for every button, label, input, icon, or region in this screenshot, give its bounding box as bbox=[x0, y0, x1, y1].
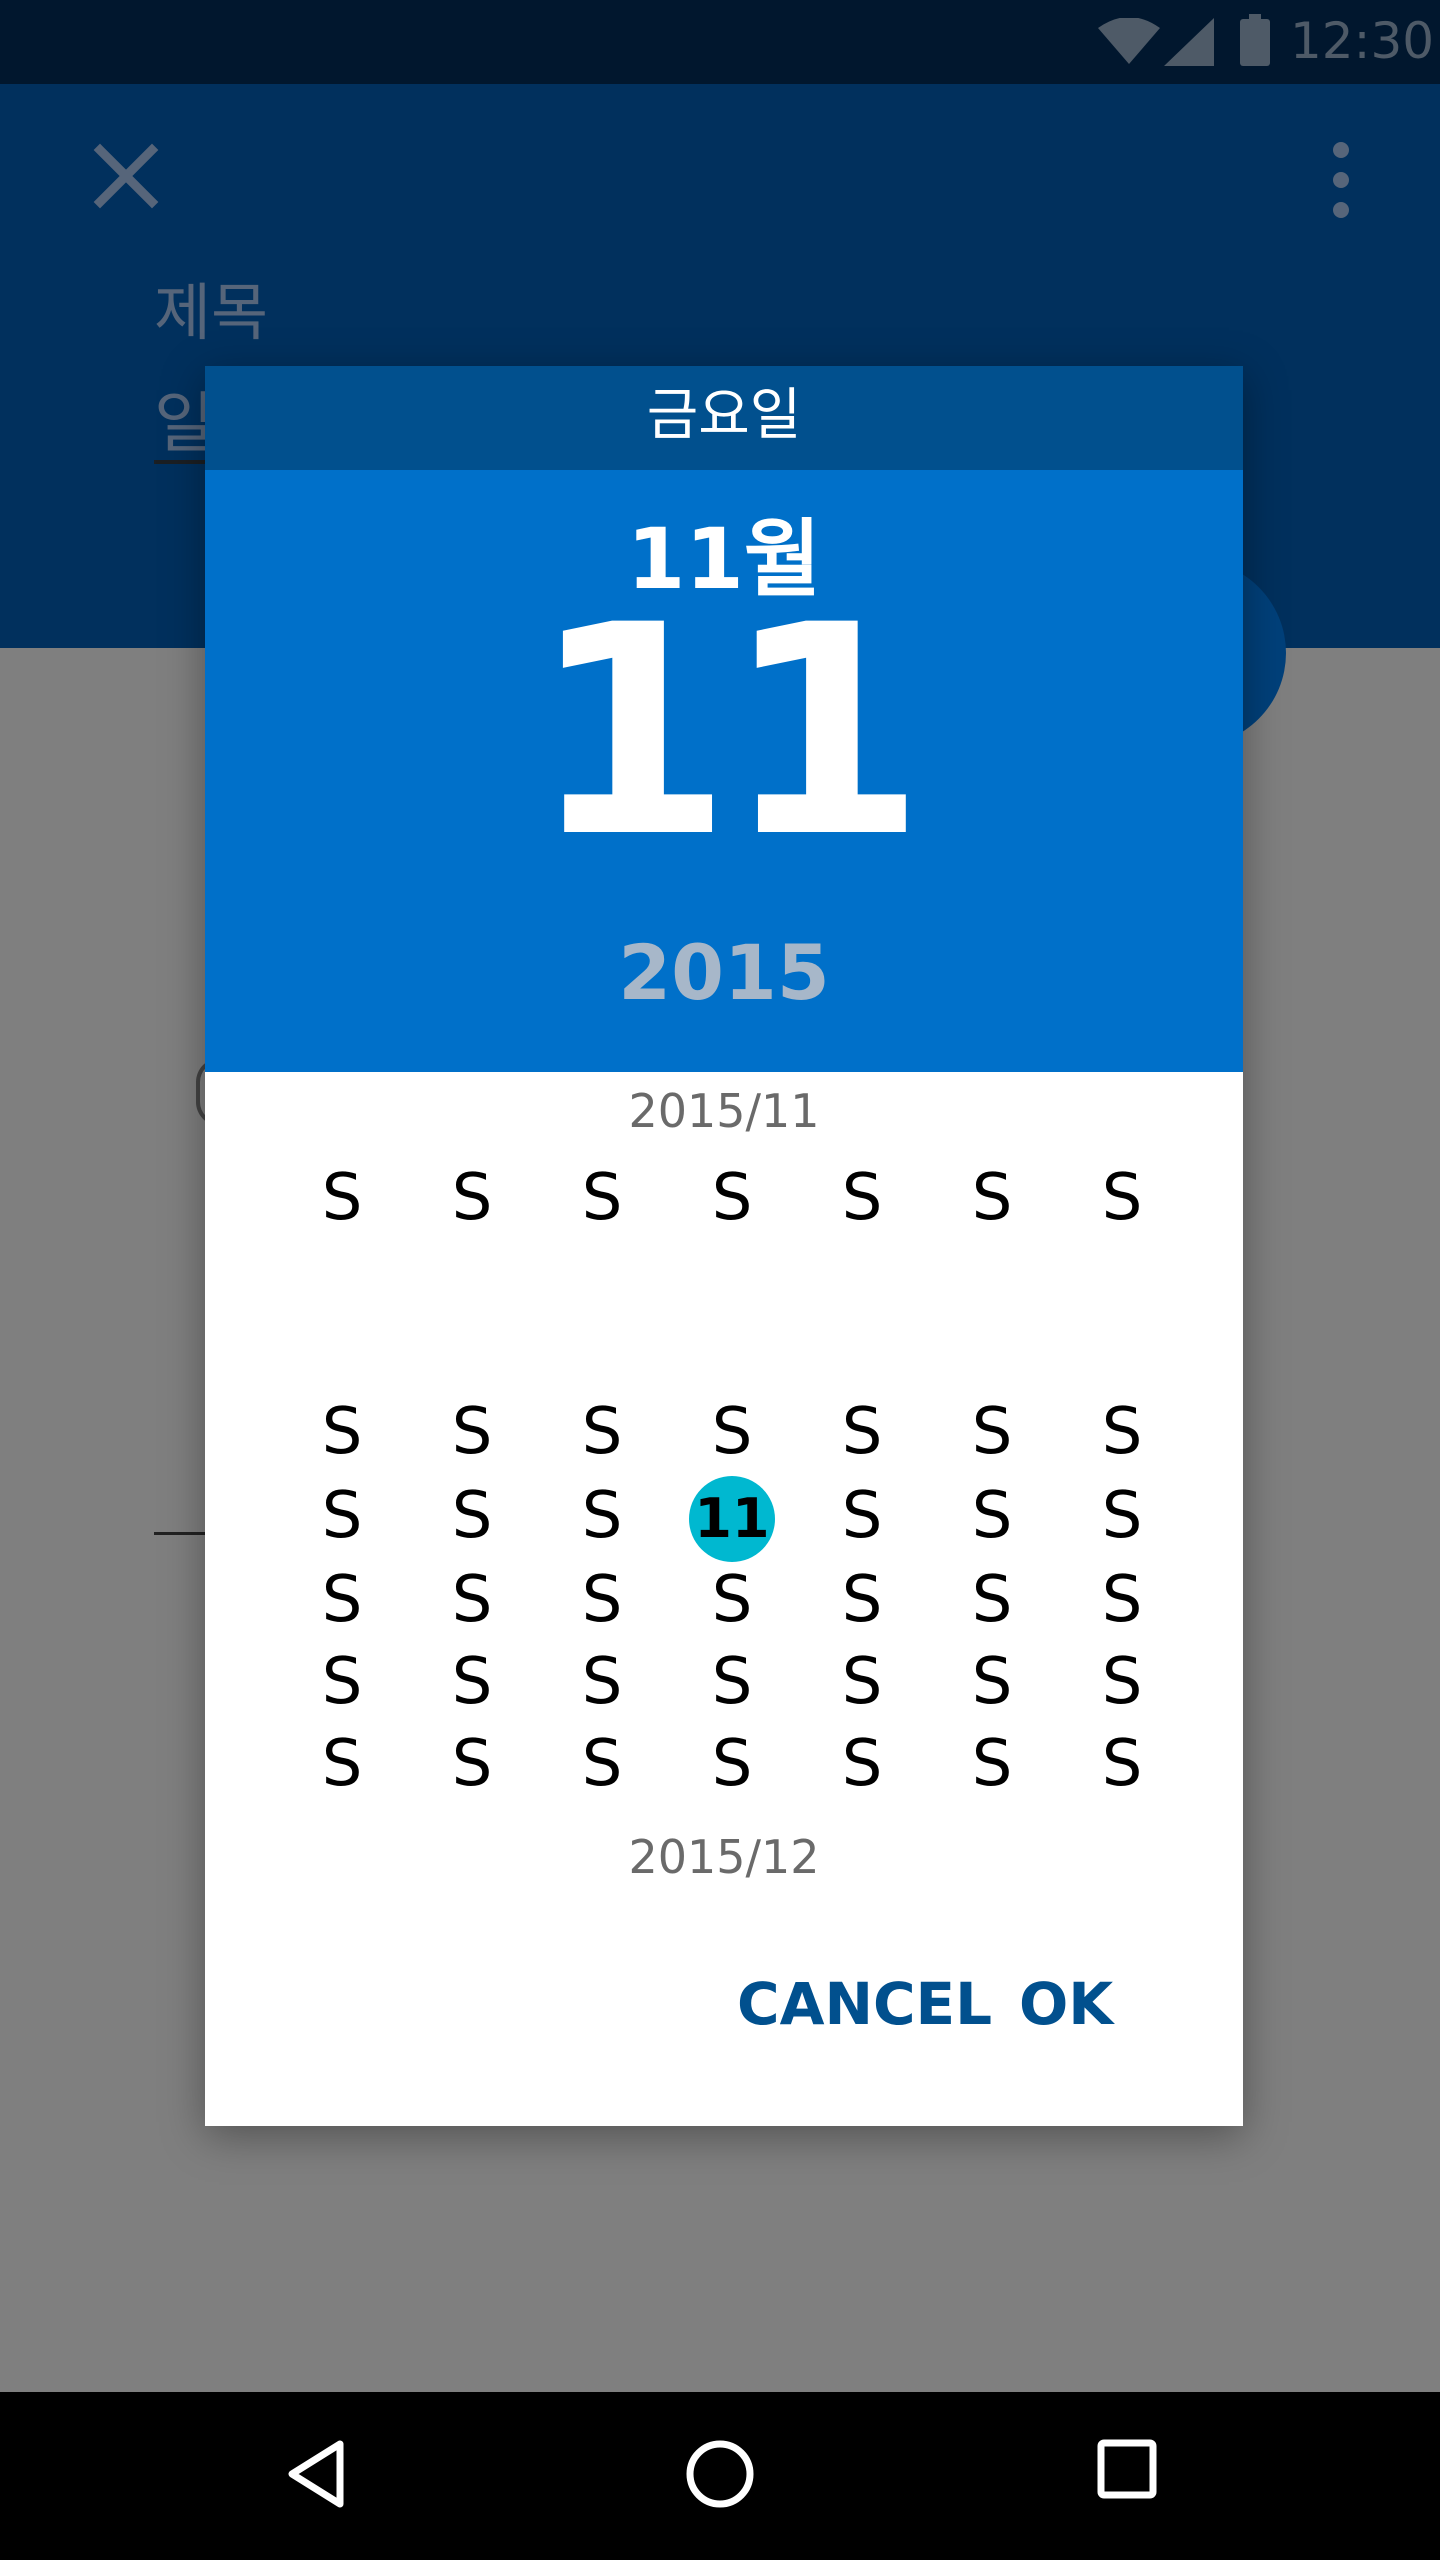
more-vert-icon[interactable] bbox=[1316, 140, 1366, 220]
status-time: 12:30 bbox=[1290, 12, 1435, 70]
cancel-button[interactable]: CANCEL bbox=[737, 1970, 992, 2038]
selected-year[interactable]: 2015 bbox=[205, 928, 1243, 1017]
calendar-day[interactable]: S bbox=[687, 1390, 777, 1474]
calendar-day[interactable]: S bbox=[427, 1640, 517, 1724]
calendar-day[interactable]: S bbox=[557, 1640, 647, 1724]
title-label: 제목 bbox=[154, 276, 269, 349]
calendar-day[interactable]: S bbox=[947, 1640, 1037, 1724]
selected-day-label: 11 bbox=[689, 1476, 775, 1562]
back-icon[interactable] bbox=[286, 2438, 346, 2510]
ok-button[interactable]: OK bbox=[1019, 1970, 1113, 2038]
calendar-day[interactable]: S bbox=[297, 1640, 387, 1724]
calendar-day[interactable]: S bbox=[297, 1390, 387, 1474]
calendar-day[interactable]: S bbox=[557, 1722, 647, 1806]
calendar-day[interactable]: S bbox=[687, 1722, 777, 1806]
weekday-label: S bbox=[841, 1161, 883, 1235]
calendar-day[interactable]: S bbox=[687, 1640, 777, 1724]
wifi-icon bbox=[1098, 18, 1160, 64]
calendar-day[interactable]: S bbox=[817, 1640, 907, 1724]
calendar-day[interactable]: S bbox=[427, 1722, 517, 1806]
calendar-week: S S S S S S S bbox=[205, 1558, 1243, 1642]
calendar-week: S S S S S S S bbox=[205, 1390, 1243, 1474]
calendar-week: S S S S S S S bbox=[205, 1640, 1243, 1724]
calendar-day[interactable]: S bbox=[947, 1390, 1037, 1474]
calendar-day[interactable]: S bbox=[557, 1390, 647, 1474]
date-header: 11월 11 2015 bbox=[205, 470, 1243, 1072]
calendar-day[interactable]: S bbox=[557, 1474, 647, 1558]
weekday-label: S bbox=[711, 1161, 753, 1235]
calendar-day[interactable]: S bbox=[947, 1722, 1037, 1806]
calendar-day[interactable]: S bbox=[297, 1474, 387, 1558]
calendar-day[interactable]: S bbox=[1077, 1390, 1167, 1474]
calendar-day[interactable]: S bbox=[297, 1558, 387, 1642]
calendar-day[interactable]: S bbox=[557, 1558, 647, 1642]
calendar-week: S S S 11 S S S bbox=[205, 1474, 1243, 1562]
weekday-header: 금요일 bbox=[205, 366, 1243, 470]
weekday-label: S bbox=[1101, 1161, 1143, 1235]
calendar-day[interactable]: S bbox=[427, 1390, 517, 1474]
weekday-row: S S S S S S S bbox=[205, 1156, 1243, 1240]
calendar-day[interactable]: S bbox=[427, 1558, 517, 1642]
month-label: 2015/11 bbox=[628, 1084, 820, 1138]
calendar-week: S S S S S S S bbox=[205, 1722, 1243, 1806]
calendar-day-selected[interactable]: 11 bbox=[687, 1474, 777, 1562]
calendar-day[interactable]: S bbox=[817, 1558, 907, 1642]
calendar-day[interactable]: S bbox=[817, 1390, 907, 1474]
signal-icon bbox=[1164, 18, 1214, 66]
status-bar: 12:30 bbox=[0, 0, 1440, 84]
calendar-day[interactable]: S bbox=[1077, 1722, 1167, 1806]
calendar-day[interactable]: S bbox=[297, 1722, 387, 1806]
weekday-label: S bbox=[971, 1161, 1013, 1235]
calendar-day[interactable]: S bbox=[947, 1474, 1037, 1558]
home-icon[interactable] bbox=[684, 2438, 756, 2510]
calendar-day[interactable]: S bbox=[1077, 1640, 1167, 1724]
weekday-label: S bbox=[321, 1161, 363, 1235]
next-month-label: 2015/12 bbox=[628, 1830, 820, 1884]
divider bbox=[154, 1532, 210, 1535]
calendar-day[interactable]: S bbox=[1077, 1474, 1167, 1558]
selected-date[interactable]: 11 bbox=[205, 588, 1243, 878]
date-picker-dialog: 금요일 11월 11 2015 2015/11 S S S S S S S S … bbox=[205, 366, 1243, 2126]
calendar-day[interactable]: S bbox=[947, 1558, 1037, 1642]
weekday-label: S bbox=[581, 1161, 623, 1235]
calendar-day[interactable]: S bbox=[427, 1474, 517, 1558]
calendar-day[interactable]: S bbox=[817, 1722, 907, 1806]
battery-icon bbox=[1240, 14, 1270, 66]
weekday-label: S bbox=[451, 1161, 493, 1235]
calendar-day[interactable]: S bbox=[1077, 1558, 1167, 1642]
recents-icon[interactable] bbox=[1096, 2438, 1158, 2500]
calendar-day[interactable]: S bbox=[687, 1558, 777, 1642]
navigation-bar bbox=[0, 2392, 1440, 2560]
close-icon[interactable] bbox=[90, 140, 162, 212]
calendar-day[interactable]: S bbox=[817, 1474, 907, 1558]
